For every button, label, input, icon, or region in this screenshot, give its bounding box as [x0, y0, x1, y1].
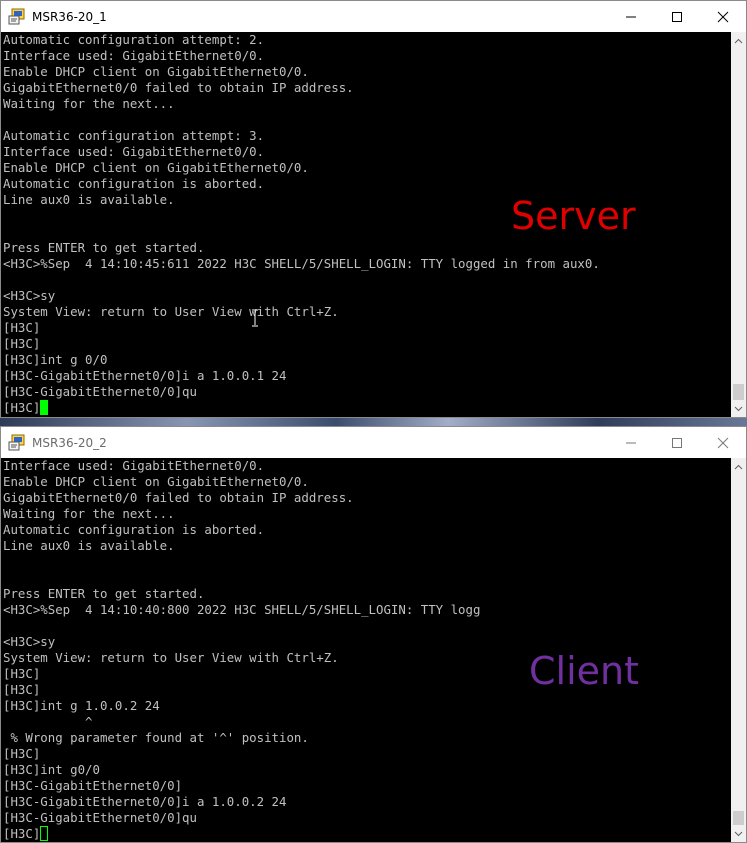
- terminal-window-server[interactable]: MSR36-20_1 Automatic configuration attem…: [0, 0, 747, 418]
- scroll-down-button[interactable]: [731, 825, 746, 842]
- console-line: Enable DHCP client on GigabitEthernet0/0…: [3, 160, 309, 175]
- console-line: Automatic configuration attempt: 3.: [3, 128, 265, 143]
- vertical-scrollbar[interactable]: [731, 32, 746, 417]
- console-line: <H3C>%Sep 4 14:10:40:800 2022 H3C SHELL/…: [3, 602, 481, 617]
- title-bar[interactable]: MSR36-20_2: [1, 427, 746, 458]
- maximize-button[interactable]: [654, 1, 700, 32]
- server-label: Server: [511, 194, 636, 238]
- console-line: [H3C]int g 0/0: [3, 352, 108, 367]
- console-line: Automatic configuration attempt: 2.: [3, 32, 265, 47]
- console-output[interactable]: Interface used: GigabitEthernet0/0. Enab…: [1, 458, 731, 842]
- console-output[interactable]: Automatic configuration attempt: 2. Inte…: [1, 32, 731, 417]
- console-line: Enable DHCP client on GigabitEthernet0/0…: [3, 474, 309, 489]
- console-line: [H3C]: [3, 336, 41, 351]
- prompt-text: [H3C]: [3, 400, 41, 415]
- scroll-thumb[interactable]: [733, 384, 744, 400]
- maximize-icon: [672, 437, 682, 448]
- console-line: Line aux0 is available.: [3, 538, 175, 553]
- terminal-app-icon: [8, 8, 25, 24]
- client-label: Client: [529, 649, 640, 693]
- console-line: Press ENTER to get started.: [3, 240, 205, 255]
- text-cursor: [40, 826, 49, 841]
- console-line: Interface used: GigabitEthernet0/0.: [3, 48, 265, 63]
- console-line: [H3C-GigabitEthernet0/0]: [3, 778, 183, 793]
- console-line: [H3C]: [3, 320, 41, 335]
- text-cursor: [40, 400, 49, 415]
- console-line: [H3C-GigabitEthernet0/0]i a 1.0.0.1 24: [3, 368, 287, 383]
- chevron-down-icon: [734, 406, 743, 411]
- prompt-text: [H3C]: [3, 826, 41, 841]
- close-icon: [717, 437, 729, 448]
- chevron-down-icon: [734, 831, 743, 836]
- console-line: [H3C-GigabitEthernet0/0]qu: [3, 384, 197, 399]
- console-line: Waiting for the next...: [3, 506, 175, 521]
- console-line: <H3C>sy: [3, 288, 56, 303]
- console-line: <H3C>%Sep 4 14:10:45:611 2022 H3C SHELL/…: [3, 256, 600, 271]
- ibeam-cursor-icon: [252, 309, 258, 327]
- console-line: Waiting for the next...: [3, 96, 175, 111]
- scroll-thumb[interactable]: [733, 811, 744, 825]
- terminal-app-icon: [8, 434, 25, 450]
- chevron-up-icon: [734, 464, 743, 469]
- scroll-up-button[interactable]: [731, 32, 746, 49]
- console-line: [H3C-GigabitEthernet0/0]i a 1.0.0.2 24: [3, 794, 287, 809]
- close-button[interactable]: [700, 1, 746, 32]
- scroll-down-button[interactable]: [731, 400, 746, 417]
- console-line: [H3C]: [3, 746, 41, 761]
- minimize-button[interactable]: [608, 1, 654, 32]
- console-prompt-line: [H3C]: [3, 400, 731, 416]
- console-line: Press ENTER to get started.: [3, 586, 205, 601]
- console-line: [H3C]int g0/0: [3, 762, 100, 777]
- console-line: [H3C-GigabitEthernet0/0]qu: [3, 810, 197, 825]
- scroll-up-button[interactable]: [731, 458, 746, 475]
- desktop-background: [0, 418, 747, 426]
- minimize-icon: [626, 442, 636, 443]
- console-line: [H3C]int g 1.0.0.2 24: [3, 698, 160, 713]
- console-line: % Wrong parameter found at '^' position.: [3, 730, 309, 745]
- console-line: Enable DHCP client on GigabitEthernet0/0…: [3, 64, 309, 79]
- console-line: ^: [3, 714, 93, 729]
- console-line: Automatic configuration is aborted.: [3, 522, 265, 537]
- close-button[interactable]: [700, 427, 746, 458]
- close-icon: [717, 11, 729, 22]
- maximize-button[interactable]: [654, 427, 700, 458]
- window-title: MSR36-20_2: [32, 435, 107, 450]
- console-prompt-line: [H3C]: [3, 826, 731, 842]
- console-line: System View: return to User View with Ct…: [3, 304, 339, 319]
- window-title: MSR36-20_1: [32, 9, 107, 24]
- console-line: Automatic configuration is aborted.: [3, 176, 265, 191]
- console-line: GigabitEthernet0/0 failed to obtain IP a…: [3, 490, 354, 505]
- minimize-icon: [626, 16, 636, 17]
- chevron-up-icon: [734, 38, 743, 43]
- terminal-window-client[interactable]: MSR36-20_2 Interface used: GigabitEthern…: [0, 426, 747, 843]
- console-line: Interface used: GigabitEthernet0/0.: [3, 144, 265, 159]
- minimize-button[interactable]: [608, 427, 654, 458]
- maximize-icon: [672, 11, 682, 22]
- console-line: GigabitEthernet0/0 failed to obtain IP a…: [3, 80, 354, 95]
- title-bar[interactable]: MSR36-20_1: [1, 1, 746, 32]
- console-line: <H3C>sy: [3, 634, 56, 649]
- vertical-scrollbar[interactable]: [731, 458, 746, 842]
- console-line: Interface used: GigabitEthernet0/0.: [3, 458, 265, 473]
